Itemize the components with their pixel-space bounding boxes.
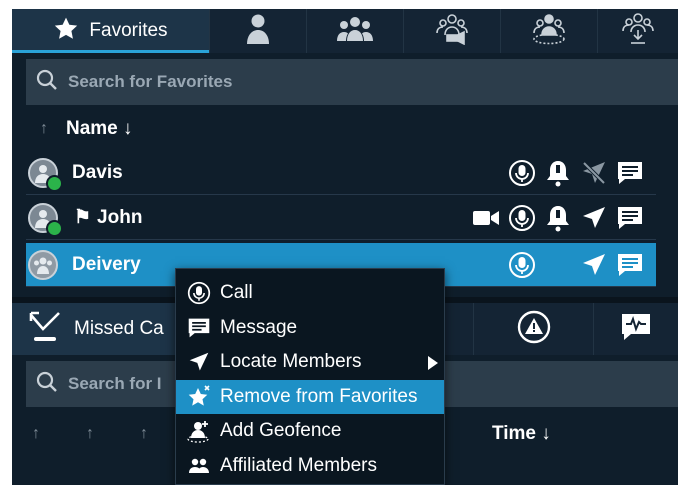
search-icon: [36, 371, 58, 398]
download-group-icon: [620, 12, 656, 51]
missed-call-icon: [28, 310, 64, 349]
location-disabled-icon[interactable]: [576, 151, 612, 195]
menu-item-remove-from-favorites[interactable]: Remove from Favorites: [176, 379, 444, 414]
message-icon[interactable]: [612, 243, 648, 287]
geofence-icon: [186, 418, 212, 444]
menu-item-label: Message: [220, 316, 298, 338]
menu-item-label: Add Geofence: [220, 420, 342, 442]
tab-contacts[interactable]: [210, 9, 307, 53]
tab-groups[interactable]: [307, 9, 404, 53]
ptt-icon[interactable]: [504, 196, 540, 240]
favorites-search-placeholder: Search for Favorites: [68, 72, 233, 91]
ptt-icon[interactable]: [504, 151, 540, 195]
top-tab-bar: Favorites: [12, 9, 678, 53]
menu-item-call[interactable]: Call: [176, 276, 444, 311]
members-icon: [186, 453, 212, 479]
favorites-search-field[interactable]: Search for Favorites: [26, 59, 678, 105]
voice-message-icon: [619, 311, 653, 348]
search-icon: [36, 69, 58, 96]
locate-icon[interactable]: [576, 196, 612, 240]
tab-voice-messages[interactable]: [594, 303, 678, 355]
message-icon[interactable]: [612, 151, 648, 195]
sort-arrow[interactable]: ↑: [32, 425, 40, 443]
favorites-column-header: ↑ Name ↓: [26, 109, 656, 149]
tab-dynamic-groups[interactable]: [501, 9, 598, 53]
ptt-icon[interactable]: [504, 243, 540, 287]
contact-icon: [245, 13, 271, 50]
menu-item-add-geofence[interactable]: Add Geofence: [176, 414, 444, 449]
contact-name: Deivery: [72, 253, 141, 275]
submenu-arrow-icon: [428, 356, 438, 370]
sort-arrow[interactable]: ↑: [140, 425, 148, 443]
tab-favorites-label: Favorites: [89, 20, 168, 41]
video-icon[interactable]: [468, 196, 504, 240]
flag-icon: ⚑: [74, 207, 92, 228]
menu-item-label: Locate Members: [220, 351, 362, 373]
group-icon: [335, 16, 375, 47]
locate-icon: [186, 349, 212, 375]
menu-item-affiliated-members[interactable]: Affiliated Members: [176, 449, 444, 484]
avatar: [28, 202, 63, 237]
tab-broadcast-groups[interactable]: [404, 9, 501, 53]
alert-icon[interactable]: [540, 196, 576, 240]
locate-icon[interactable]: [576, 243, 612, 287]
group-avatar: [28, 249, 58, 280]
message-icon: [186, 315, 212, 341]
contact-name: John: [97, 206, 143, 228]
time-column-header[interactable]: Time ↓: [492, 423, 551, 445]
online-status-badge: [46, 174, 63, 192]
tab-favorites[interactable]: Favorites: [12, 9, 210, 53]
avatar: [28, 157, 63, 192]
name-column-header[interactable]: Name ↓: [66, 118, 133, 140]
context-menu: Call Message Locate Members Remove from …: [175, 268, 445, 485]
sort-arrow[interactable]: ↑: [40, 120, 48, 138]
favorite-row-john[interactable]: ⚑ John: [26, 196, 656, 240]
star-icon: [53, 16, 79, 47]
favorite-row-davis[interactable]: Davis: [26, 151, 656, 195]
missed-calls-search-placeholder: Search for I: [68, 374, 162, 393]
alert-icon[interactable]: [540, 151, 576, 195]
broadcast-group-icon: [434, 13, 470, 50]
sort-arrow[interactable]: ↑: [86, 425, 94, 443]
tab-emergency[interactable]: [474, 303, 594, 355]
contact-name: Davis: [72, 161, 123, 183]
online-status-badge: [46, 219, 63, 237]
tab-download-groups[interactable]: [598, 9, 678, 53]
message-icon[interactable]: [612, 196, 648, 240]
menu-item-message[interactable]: Message: [176, 311, 444, 346]
tab-missed-calls-label: Missed Ca: [74, 318, 164, 339]
menu-item-label: Remove from Favorites: [220, 385, 418, 407]
app-window: Favorites Search for Favorites ↑ Name ↓ …: [12, 9, 678, 485]
menu-item-locate-members[interactable]: Locate Members: [176, 345, 444, 380]
dynamic-group-icon: [531, 13, 567, 50]
ptt-icon: [186, 280, 212, 306]
emergency-icon: [517, 310, 551, 349]
menu-item-label: Call: [220, 282, 253, 304]
menu-item-label: Affiliated Members: [220, 454, 377, 476]
remove-favorite-icon: [186, 384, 212, 410]
